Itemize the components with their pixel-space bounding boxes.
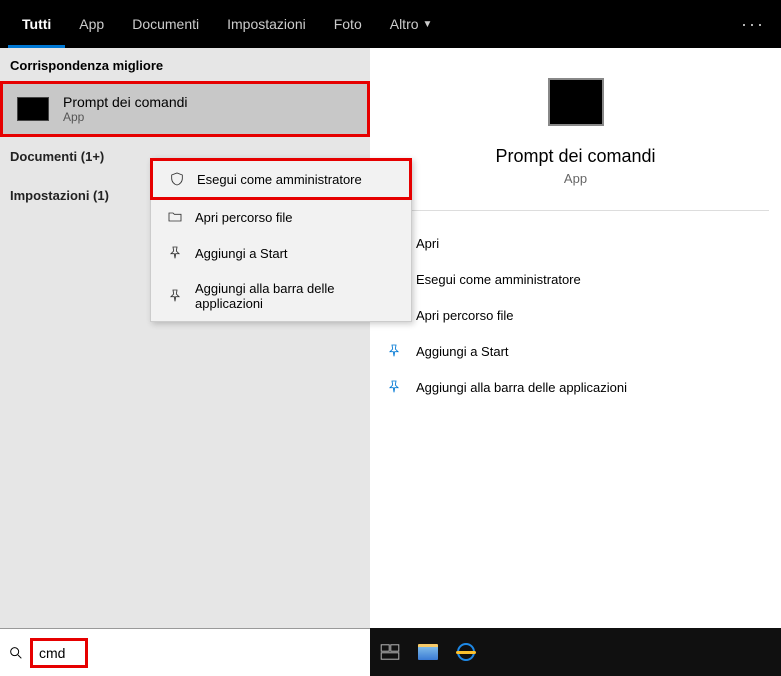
ctx-pin-taskbar[interactable]: Aggiungi alla barra delle applicazioni bbox=[151, 271, 411, 321]
best-match-result[interactable]: Prompt dei comandi App bbox=[0, 81, 370, 137]
tab-more[interactable]: Altro ▼ bbox=[376, 0, 447, 48]
file-explorer-icon[interactable] bbox=[418, 642, 438, 662]
taskbar bbox=[0, 628, 781, 676]
action-run-admin-label: Esegui come amministratore bbox=[416, 272, 581, 287]
action-pin-start-label: Aggiungi a Start bbox=[416, 344, 509, 359]
pin-icon bbox=[167, 245, 183, 261]
action-run-admin[interactable]: Esegui come amministratore bbox=[382, 261, 769, 297]
preview-title: Prompt dei comandi bbox=[495, 146, 655, 167]
preview-cmd-icon bbox=[548, 78, 604, 126]
preview-subtitle: App bbox=[564, 171, 587, 186]
tab-photos[interactable]: Foto bbox=[320, 0, 376, 48]
ctx-open-location[interactable]: Apri percorso file bbox=[151, 199, 411, 235]
search-box[interactable] bbox=[30, 638, 88, 668]
tab-app[interactable]: App bbox=[65, 0, 118, 48]
search-icon bbox=[8, 645, 24, 661]
ctx-run-as-admin[interactable]: Esegui come amministratore bbox=[150, 158, 412, 200]
action-open-location-label: Apri percorso file bbox=[416, 308, 514, 323]
preview-panel: Prompt dei comandi App Apri Esegui come … bbox=[370, 48, 781, 628]
search-input[interactable] bbox=[39, 645, 79, 661]
more-options-button[interactable]: ··· bbox=[741, 14, 765, 35]
best-match-text: Prompt dei comandi App bbox=[63, 94, 188, 124]
context-menu: Esegui come amministratore Apri percorso… bbox=[150, 158, 412, 322]
ctx-run-as-admin-label: Esegui come amministratore bbox=[197, 172, 362, 187]
task-view-icon[interactable] bbox=[380, 642, 400, 662]
results-panel: Corrispondenza migliore Prompt dei coman… bbox=[0, 48, 370, 628]
search-area bbox=[0, 628, 370, 676]
preview-header: Prompt dei comandi App bbox=[382, 68, 769, 211]
internet-explorer-icon[interactable] bbox=[456, 642, 476, 662]
action-pin-taskbar-label: Aggiungi alla barra delle applicazioni bbox=[416, 380, 627, 395]
action-open-location[interactable]: Apri percorso file bbox=[382, 297, 769, 333]
search-tabs: Tutti App Documenti Impostazioni Foto Al… bbox=[0, 0, 781, 48]
best-match-heading: Corrispondenza migliore bbox=[0, 48, 370, 81]
tab-settings[interactable]: Impostazioni bbox=[213, 0, 320, 48]
cmd-icon bbox=[17, 97, 49, 121]
best-match-subtitle: App bbox=[63, 110, 188, 124]
tab-more-label: Altro bbox=[390, 16, 419, 32]
folder-open-icon bbox=[167, 209, 183, 225]
ctx-pin-taskbar-label: Aggiungi alla barra delle applicazioni bbox=[195, 281, 395, 311]
tab-documents[interactable]: Documenti bbox=[118, 0, 213, 48]
ctx-pin-start[interactable]: Aggiungi a Start bbox=[151, 235, 411, 271]
shield-icon bbox=[169, 171, 185, 187]
pin-icon bbox=[386, 343, 402, 359]
ctx-open-location-label: Apri percorso file bbox=[195, 210, 293, 225]
pin-taskbar-icon bbox=[167, 288, 183, 304]
main-area: Corrispondenza migliore Prompt dei coman… bbox=[0, 48, 781, 628]
action-pin-start[interactable]: Aggiungi a Start bbox=[382, 333, 769, 369]
tab-all[interactable]: Tutti bbox=[8, 0, 65, 48]
ctx-pin-start-label: Aggiungi a Start bbox=[195, 246, 288, 261]
chevron-down-icon: ▼ bbox=[423, 19, 433, 30]
pin-taskbar-icon bbox=[386, 379, 402, 395]
best-match-title: Prompt dei comandi bbox=[63, 94, 188, 110]
action-list: Apri Esegui come amministratore Apri per… bbox=[382, 221, 769, 409]
taskbar-right bbox=[370, 628, 781, 676]
action-open[interactable]: Apri bbox=[382, 225, 769, 261]
action-open-label: Apri bbox=[416, 236, 439, 251]
action-pin-taskbar[interactable]: Aggiungi alla barra delle applicazioni bbox=[382, 369, 769, 405]
